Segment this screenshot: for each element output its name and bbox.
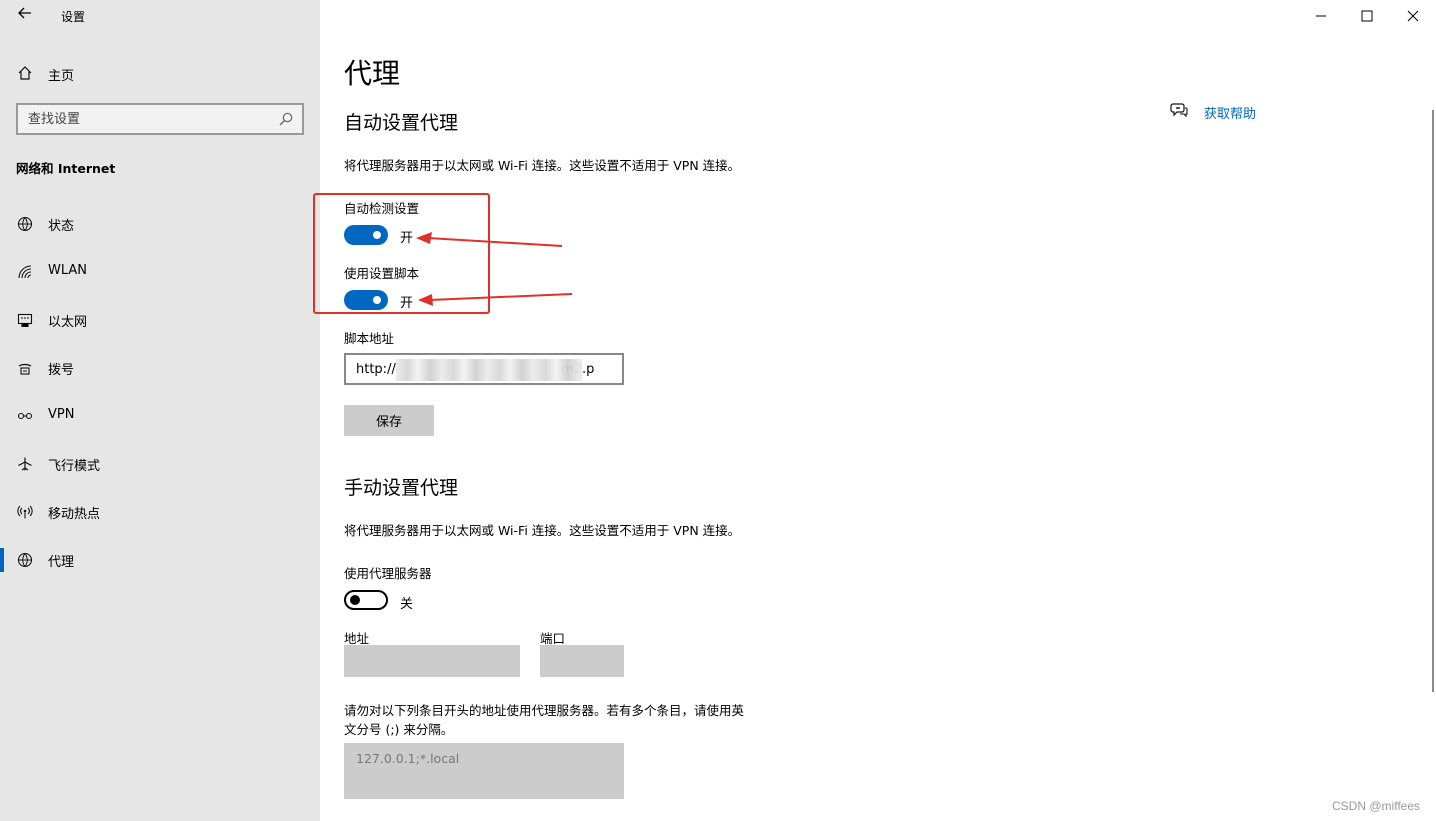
sidebar-item-label: 飞行模式: [48, 459, 101, 474]
search-input[interactable]: [18, 105, 302, 133]
sidebar-item-label: VPN: [48, 407, 75, 422]
vpn-icon: [15, 406, 35, 426]
sidebar-item-label: 以太网: [48, 315, 88, 330]
section-title: 网络和 Internet: [16, 161, 116, 176]
search-icon[interactable]: [278, 111, 294, 127]
exceptions-textarea[interactable]: 127.0.0.1;*.local: [344, 743, 624, 799]
sidebar-item-label: 拨号: [48, 363, 75, 378]
sidebar-item-home[interactable]: 主页: [0, 58, 320, 88]
sidebar-item-label: 主页: [48, 69, 75, 84]
exceptions-description-line2: 文分号 (;) 来分隔。: [344, 722, 454, 737]
sidebar-item-label: 代理: [48, 555, 75, 570]
sidebar-item-label: 状态: [48, 219, 75, 234]
sidebar-item-vpn[interactable]: VPN: [0, 396, 320, 436]
sidebar-item-wlan[interactable]: WLAN: [0, 252, 320, 292]
sidebar-item-label: 移动热点: [48, 507, 101, 522]
page-title: 代理: [344, 57, 401, 90]
use-proxy-toggle[interactable]: [344, 590, 388, 610]
redacted-blur: [396, 359, 582, 381]
airplane-icon: [15, 454, 35, 474]
home-icon: [15, 63, 35, 83]
annotation-highlight-box: [313, 193, 490, 314]
sidebar-item-ethernet[interactable]: 以太网: [0, 300, 320, 340]
hotspot-icon: [15, 502, 35, 522]
sidebar-item-mobile-hotspot[interactable]: 移动热点: [0, 492, 320, 532]
sidebar-item-airplane-mode[interactable]: 飞行模式: [0, 444, 320, 484]
address-input[interactable]: [344, 645, 520, 677]
sidebar-item-dialup[interactable]: 拨号: [0, 348, 320, 388]
sidebar-item-proxy[interactable]: 代理: [0, 540, 320, 580]
scrollbar[interactable]: [1432, 110, 1434, 692]
manual-proxy-heading: 手动设置代理: [344, 477, 459, 499]
wifi-icon: [15, 262, 35, 282]
chat-help-icon: [1170, 102, 1188, 122]
manual-proxy-description: 将代理服务器用于以太网或 Wi-Fi 连接。这些设置不适用于 VPN 连接。: [344, 523, 741, 538]
sidebar-item-status[interactable]: 状态: [0, 204, 320, 244]
auto-proxy-description: 将代理服务器用于以太网或 Wi-Fi 连接。这些设置不适用于 VPN 连接。: [344, 158, 741, 173]
use-proxy-state: 关: [400, 597, 414, 612]
ethernet-icon: [15, 310, 35, 330]
port-input[interactable]: [540, 645, 624, 677]
dialup-icon: [15, 358, 35, 378]
globe-icon: [15, 550, 35, 570]
exceptions-description-line1: 请勿对以下列条目开头的地址使用代理服务器。若有多个条目，请使用英: [344, 703, 745, 718]
sidebar-item-label: WLAN: [48, 263, 88, 278]
get-help-label[interactable]: 获取帮助: [1204, 103, 1256, 122]
watermark: CSDN @miffees: [1332, 799, 1420, 813]
auto-proxy-heading: 自动设置代理: [344, 112, 459, 134]
main-content: 代理 获取帮助 自动设置代理 将代理服务器用于以太网或 Wi-Fi 连接。这些设…: [320, 0, 1436, 821]
back-arrow-icon[interactable]: [14, 4, 36, 28]
app-title: 设置: [61, 10, 86, 24]
get-help-link[interactable]: 获取帮助: [1170, 102, 1256, 122]
sidebar: 设置 主页 网络和 Internet 状态 WLAN 以太网: [0, 0, 320, 821]
save-button[interactable]: 保存: [344, 405, 434, 436]
globe-status-icon: [15, 214, 35, 234]
use-proxy-label: 使用代理服务器: [344, 566, 432, 581]
search-field[interactable]: [16, 103, 304, 135]
script-address-field[interactable]: [344, 353, 624, 385]
script-address-label: 脚本地址: [344, 331, 395, 346]
exceptions-value: 127.0.0.1;*.local: [356, 751, 460, 766]
